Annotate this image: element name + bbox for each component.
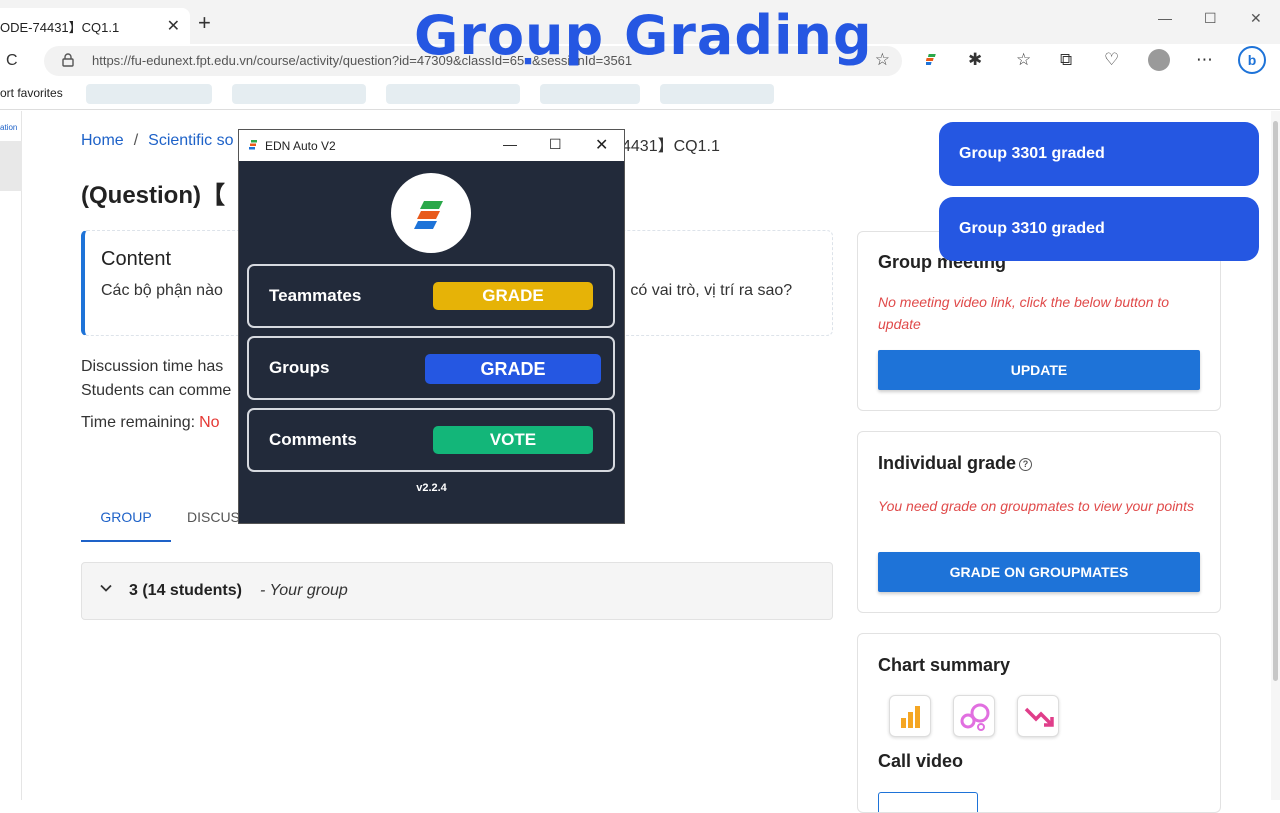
- favorite-item[interactable]: [232, 84, 366, 104]
- comments-row: Comments VOTE: [247, 408, 615, 472]
- teammates-row: Teammates GRADE: [247, 264, 615, 328]
- tab-discussion[interactable]: DISCUS: [187, 509, 240, 525]
- scrollbar-thumb[interactable]: [1273, 121, 1278, 681]
- profile-avatar[interactable]: [1148, 49, 1170, 71]
- add-favorite-icon[interactable]: ☆: [875, 50, 890, 70]
- vote-comments-button[interactable]: VOTE: [433, 426, 593, 454]
- favorite-item[interactable]: [386, 84, 520, 104]
- rail-label[interactable]: ation: [0, 123, 17, 132]
- content-title: Content: [101, 248, 172, 270]
- breadcrumb-home[interactable]: Home: [81, 132, 124, 149]
- chart-summary-card: Chart summary Call video: [857, 633, 1221, 813]
- groups-row: Groups GRADE: [247, 336, 615, 400]
- call-video-button[interactable]: [878, 792, 978, 812]
- toast-notification: Group 3301 graded: [939, 122, 1259, 186]
- favorite-item[interactable]: [660, 84, 774, 104]
- popup-maximize-icon[interactable]: ☐: [549, 136, 562, 153]
- page-scrollbar[interactable]: [1271, 111, 1280, 800]
- tab-title: ODE-74431】CQ1.1: [0, 19, 120, 35]
- refresh-icon[interactable]: C: [6, 52, 18, 70]
- group-subtitle: - Your group: [260, 582, 348, 599]
- edn-extension-icon[interactable]: [923, 50, 938, 70]
- rail-active-item[interactable]: [0, 141, 22, 191]
- more-icon[interactable]: ⋯: [1196, 50, 1213, 70]
- performance-icon[interactable]: ♡: [1104, 50, 1119, 70]
- grade-on-groupmates-button[interactable]: GRADE ON GROUPMATES: [878, 552, 1200, 592]
- minimize-icon[interactable]: —: [1158, 10, 1172, 26]
- edn-auto-window: EDN Auto V2 — ☐ ✕ Teammates GRADE Groups…: [238, 129, 625, 524]
- edn-logo: [391, 173, 471, 253]
- group-meeting-warning: No meeting video link, click the below b…: [878, 294, 1170, 332]
- call-video-title: Call video: [878, 751, 964, 771]
- group-row[interactable]: 3 (14 students) - Your group: [81, 562, 833, 620]
- breadcrumb: Home / Scientific so: [81, 132, 234, 150]
- new-tab-icon[interactable]: +: [198, 12, 211, 34]
- collections-icon[interactable]: ⧉: [1060, 50, 1072, 70]
- tab-close-icon[interactable]: ✕: [167, 16, 180, 36]
- close-window-icon[interactable]: ✕: [1250, 10, 1262, 27]
- overlay-title: Group Grading: [414, 4, 873, 67]
- grade-teammates-button[interactable]: GRADE: [433, 282, 593, 310]
- popup-title: EDN Auto V2: [265, 139, 336, 153]
- grade-groups-button[interactable]: GRADE: [425, 354, 601, 384]
- bubble-chart-icon[interactable]: [953, 695, 995, 737]
- favorites-icon[interactable]: ☆: [1016, 50, 1031, 70]
- groups-label: Groups: [269, 358, 330, 377]
- breadcrumb-course[interactable]: Scientific so: [148, 132, 233, 149]
- chart-summary-title: Chart summary: [878, 655, 1011, 675]
- favorite-item[interactable]: [540, 84, 640, 104]
- comment-status: Students can comme: [81, 382, 232, 399]
- extensions-icon[interactable]: ✱: [968, 50, 982, 70]
- comments-label: Comments: [269, 430, 357, 449]
- popup-titlebar[interactable]: EDN Auto V2 — ☐ ✕: [239, 130, 624, 161]
- content-text: Các bộ phận nào: [101, 282, 223, 299]
- edn-app-icon: [249, 140, 257, 150]
- time-remaining: Time remaining: No: [81, 414, 220, 432]
- browser-tab[interactable]: ODE-74431】CQ1.1 ✕: [0, 8, 190, 44]
- favorites-label: ort favorites: [0, 86, 63, 100]
- breadcrumb-current: 4431】CQ1.1: [622, 138, 720, 155]
- popup-close-icon[interactable]: ✕: [595, 135, 608, 155]
- update-button[interactable]: UPDATE: [878, 350, 1200, 390]
- version-label: v2.2.4: [416, 482, 447, 494]
- chevron-down-icon[interactable]: [100, 582, 112, 594]
- teammates-label: Teammates: [269, 286, 362, 305]
- individual-grade-card: Individual grade? You need grade on grou…: [857, 431, 1221, 613]
- left-rail: ation: [0, 111, 22, 800]
- time-remaining-label: Time remaining:: [81, 414, 196, 431]
- discussion-status: Discussion time has: [81, 358, 224, 375]
- maximize-icon[interactable]: ☐: [1204, 10, 1217, 27]
- breadcrumb-separator: /: [133, 132, 139, 149]
- individual-grade-warning: You need grade on groupmates to view you…: [878, 498, 1194, 514]
- trend-down-icon[interactable]: [1017, 695, 1059, 737]
- time-remaining-value: No: [199, 414, 220, 431]
- lock-icon: [62, 53, 74, 67]
- individual-grade-title: Individual grade?: [878, 453, 1033, 474]
- group-label: 3 (14 students): [129, 582, 242, 599]
- bing-icon[interactable]: b: [1238, 46, 1266, 74]
- bar-chart-icon[interactable]: [889, 695, 931, 737]
- favorites-bar: ort favorites: [0, 78, 1280, 110]
- favorite-item[interactable]: [86, 84, 212, 104]
- help-icon[interactable]: ?: [1019, 457, 1033, 471]
- page-title: (Question)【: [81, 182, 225, 209]
- tab-group[interactable]: GROUP: [81, 506, 171, 542]
- content-text-tail: n có vai trò, vị trí ra sao?: [617, 282, 793, 299]
- popup-minimize-icon[interactable]: —: [503, 136, 517, 152]
- toast-notification: Group 3310 graded: [939, 197, 1259, 261]
